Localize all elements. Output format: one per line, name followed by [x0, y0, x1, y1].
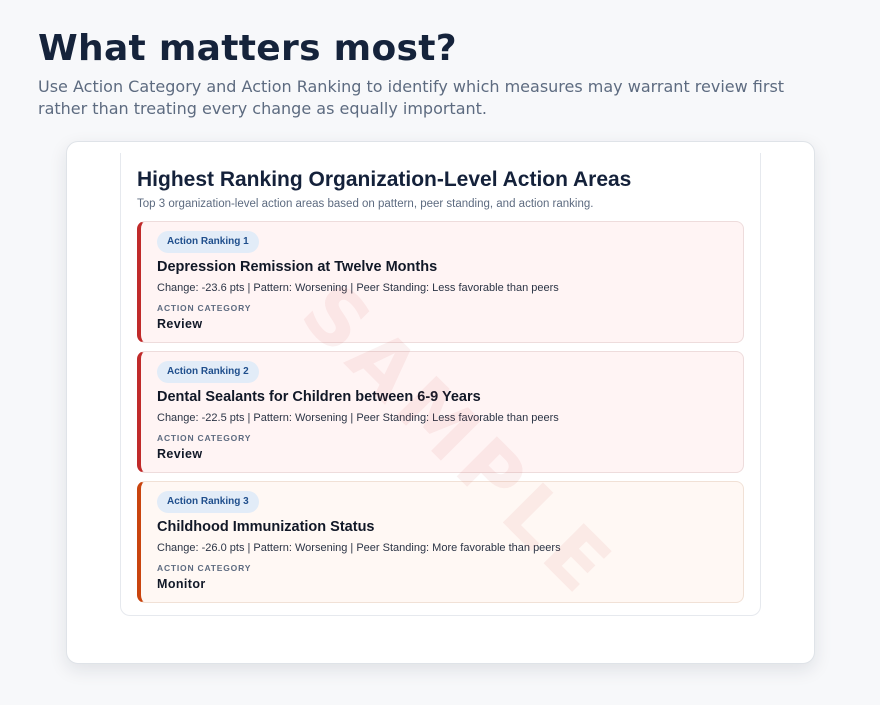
measure-name: Depression Remission at Twelve Months	[157, 259, 438, 275]
action-category-label: ACTION CATEGORY	[157, 303, 252, 313]
action-category-label: ACTION CATEGORY	[157, 433, 252, 443]
action-category-value: Monitor	[157, 577, 206, 591]
action-areas-card: Highest Ranking Organization-Level Actio…	[66, 141, 815, 664]
action-category-label: ACTION CATEGORY	[157, 563, 252, 573]
rank-badge: Action Ranking 1	[157, 231, 259, 253]
rank-badge: Action Ranking 2	[157, 361, 259, 383]
action-areas-panel: Highest Ranking Organization-Level Actio…	[120, 153, 761, 616]
panel-title: Highest Ranking Organization-Level Actio…	[137, 168, 632, 191]
page-subtitle: Use Action Category and Action Ranking t…	[38, 77, 785, 118]
measure-name: Dental Sealants for Children between 6-9…	[157, 389, 481, 405]
rank-badge: Action Ranking 3	[157, 491, 259, 513]
page-title: What matters most?	[38, 28, 457, 69]
measure-details: Change: -26.0 pts | Pattern: Worsening |…	[157, 542, 561, 554]
measure-name: Childhood Immunization Status	[157, 519, 375, 535]
panel-subtitle: Top 3 organization-level action areas ba…	[137, 198, 594, 210]
action-category-value: Review	[157, 447, 203, 461]
action-area-item: Action Ranking 2 Dental Sealants for Chi…	[137, 351, 744, 473]
action-area-item: Action Ranking 3 Childhood Immunization …	[137, 481, 744, 603]
measure-details: Change: -22.5 pts | Pattern: Worsening |…	[157, 412, 559, 424]
measure-details: Change: -23.6 pts | Pattern: Worsening |…	[157, 282, 559, 294]
action-area-item: Action Ranking 1 Depression Remission at…	[137, 221, 744, 343]
action-category-value: Review	[157, 317, 203, 331]
